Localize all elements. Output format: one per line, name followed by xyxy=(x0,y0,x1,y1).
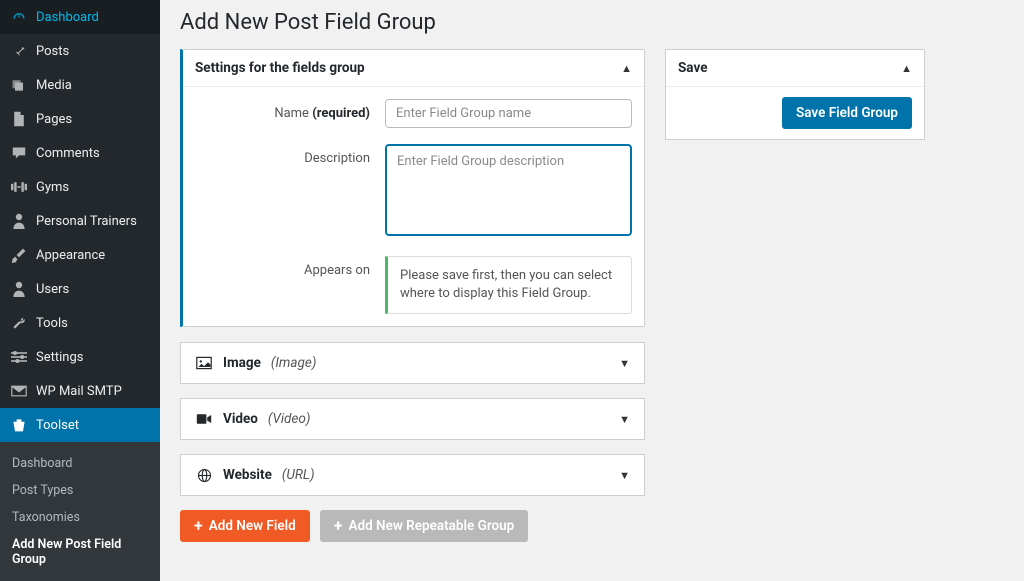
sidebar-item-dashboard[interactable]: Dashboard xyxy=(0,0,160,34)
add-field-button[interactable]: + Add New Field xyxy=(180,510,310,542)
chevron-up-icon: ▲ xyxy=(621,62,632,75)
sidebar-item-pages[interactable]: Pages xyxy=(0,102,160,136)
save-panel-title: Save xyxy=(678,60,707,76)
submenu-dashboard[interactable]: Dashboard xyxy=(0,450,160,477)
add-repeatable-group-button[interactable]: + Add New Repeatable Group xyxy=(320,510,529,542)
chevron-up-icon: ▲ xyxy=(901,62,912,75)
sidebar-item-appearance[interactable]: Appearance xyxy=(0,238,160,272)
page-title: Add New Post Field Group xyxy=(180,10,1004,35)
settings-panel-header[interactable]: Settings for the fields group ▲ xyxy=(183,50,644,87)
brush-icon xyxy=(10,246,28,264)
name-input[interactable] xyxy=(385,99,632,128)
pin-icon xyxy=(10,42,28,60)
sidebar-item-comments[interactable]: Comments xyxy=(0,136,160,170)
sidebar-label: Pages xyxy=(36,112,72,127)
settings-panel-title: Settings for the fields group xyxy=(195,60,365,76)
sidebar-item-settings[interactable]: Settings xyxy=(0,340,160,374)
description-textarea[interactable] xyxy=(385,144,632,236)
plus-icon: + xyxy=(334,518,343,534)
dashboard-icon xyxy=(10,8,28,26)
sidebar-item-toolset[interactable]: Toolset xyxy=(0,408,160,442)
description-label: Description xyxy=(195,144,385,240)
sidebar-item-trainers[interactable]: Personal Trainers xyxy=(0,204,160,238)
sidebar-submenu: Dashboard Post Types Taxonomies Add New … xyxy=(0,442,160,581)
mail-icon xyxy=(10,382,28,400)
submenu-taxonomies[interactable]: Taxonomies xyxy=(0,504,160,531)
sidebar-label: Gyms xyxy=(36,180,69,195)
globe-icon xyxy=(195,468,213,483)
sidebar-label: Dashboard xyxy=(36,10,99,25)
field-row-image[interactable]: Image (Image) ▼ xyxy=(180,342,645,384)
submenu-post-types[interactable]: Post Types xyxy=(0,477,160,504)
main-content: Add New Post Field Group Settings for th… xyxy=(160,0,1024,576)
sidebar-item-media[interactable]: Media xyxy=(0,68,160,102)
admin-sidebar: Dashboard Posts Media Pages Comments Gym… xyxy=(0,0,160,576)
plus-icon: + xyxy=(194,518,203,534)
user-icon xyxy=(10,280,28,298)
field-row-website[interactable]: Website (URL) ▼ xyxy=(180,454,645,496)
gym-icon xyxy=(10,178,28,196)
chevron-down-icon: ▼ xyxy=(619,469,630,482)
sliders-icon xyxy=(10,348,28,366)
name-label: Name (required) xyxy=(195,99,385,128)
person-icon xyxy=(10,212,28,230)
toolset-icon xyxy=(10,416,28,434)
sidebar-label: Users xyxy=(36,282,69,297)
sidebar-item-gyms[interactable]: Gyms xyxy=(0,170,160,204)
chevron-down-icon: ▼ xyxy=(619,413,630,426)
appears-label: Appears on xyxy=(195,256,385,314)
page-icon xyxy=(10,110,28,128)
sidebar-label: Comments xyxy=(36,146,100,161)
sidebar-label: Tools xyxy=(36,316,68,331)
sidebar-item-posts[interactable]: Posts xyxy=(0,34,160,68)
sidebar-item-tools[interactable]: Tools xyxy=(0,306,160,340)
sidebar-label: Toolset xyxy=(36,418,79,433)
comment-icon xyxy=(10,144,28,162)
sidebar-item-users[interactable]: Users xyxy=(0,272,160,306)
media-icon xyxy=(10,76,28,94)
chevron-down-icon: ▼ xyxy=(619,357,630,370)
settings-panel: Settings for the fields group ▲ Name (re… xyxy=(180,49,645,327)
save-field-group-button[interactable]: Save Field Group xyxy=(782,97,912,129)
video-icon xyxy=(195,413,213,425)
save-panel: Save ▲ Save Field Group xyxy=(665,49,925,140)
submenu-add-field-group[interactable]: Add New Post Field Group xyxy=(0,531,160,573)
sidebar-label: Appearance xyxy=(36,248,105,263)
image-icon xyxy=(195,356,213,370)
sidebar-label: Settings xyxy=(36,350,83,365)
sidebar-label: WP Mail SMTP xyxy=(36,384,122,399)
appears-info: Please save first, then you can select w… xyxy=(385,256,632,314)
sidebar-label: Posts xyxy=(36,44,69,59)
sidebar-label: Media xyxy=(36,78,72,93)
sidebar-label: Personal Trainers xyxy=(36,214,137,229)
wrench-icon xyxy=(10,314,28,332)
sidebar-item-wpmail[interactable]: WP Mail SMTP xyxy=(0,374,160,408)
save-panel-header[interactable]: Save ▲ xyxy=(666,50,924,87)
field-row-video[interactable]: Video (Video) ▼ xyxy=(180,398,645,440)
